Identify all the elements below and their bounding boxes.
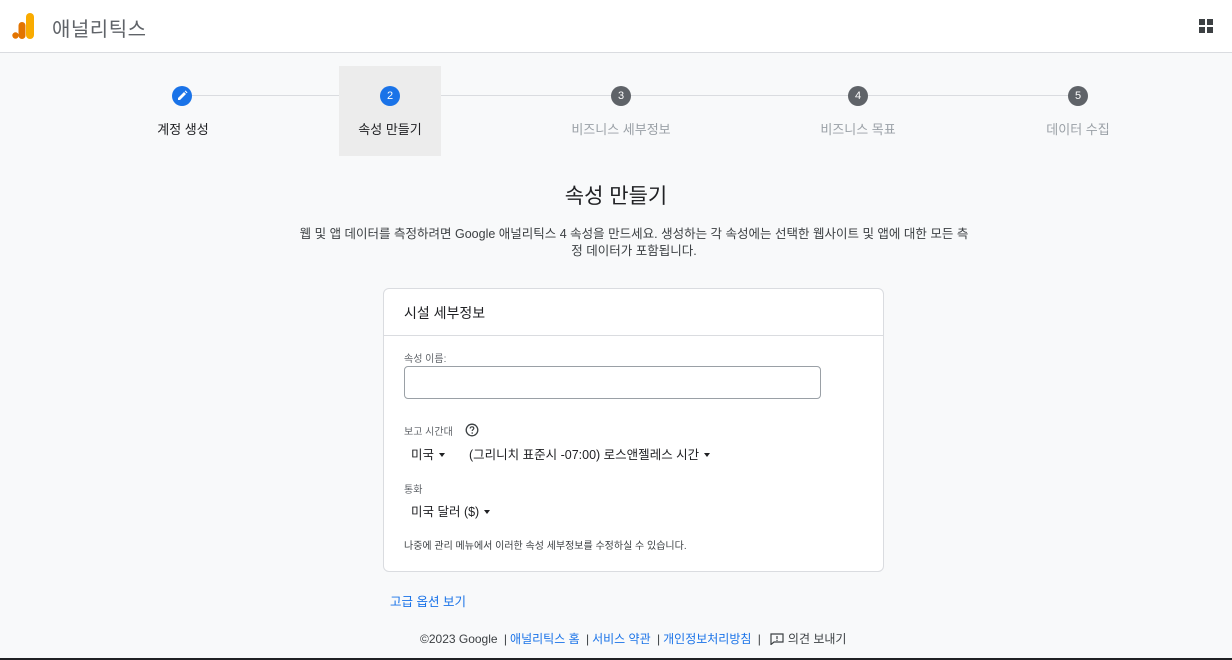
app-title: 애널리틱스 [52,19,147,41]
step-number: 4 [848,86,868,106]
chevron-down-icon [484,509,491,514]
google-analytics-logo[interactable] [12,13,36,39]
edit-later-note: 나중에 관리 메뉴에서 이러한 속성 세부정보를 수정하실 수 있습니다. [404,541,687,552]
chevron-down-icon [704,452,711,457]
footer-separator: | [656,632,661,646]
timezone-dropdown[interactable]: (그리니치 표준시 -07:00) 로스앤젤레스 시간 [469,444,711,463]
page-title: 속성 만들기 [564,185,668,208]
step-data-collection[interactable]: 5 데이터 수집 [1028,66,1128,156]
currency-value: 미국 달러 ($) [411,505,480,519]
timezone-country-value: 미국 [411,448,435,462]
card-title: 시설 세부정보 [404,305,486,321]
footer-separator: | [757,632,761,646]
step-label: 속성 만들기 [358,122,422,137]
property-name-label: 속성 이름: [404,354,447,365]
timezone-value: (그리니치 표준시 -07:00) 로스앤젤레스 시간 [469,448,700,462]
timezone-country-dropdown[interactable]: 미국 [411,444,446,463]
page-description: 웹 및 앱 데이터를 측정하려면 Google 애널리틱스 4 속성을 만드세요… [299,227,969,258]
footer-link-privacy[interactable]: 개인정보처리방침 [663,632,751,646]
footer-link-analytics-home[interactable]: 애널리틱스 홈 [510,632,580,646]
step-label: 비즈니스 세부정보 [571,122,671,137]
step-number: 3 [611,86,631,106]
step-business-goals[interactable]: 4 비즈니스 목표 [808,66,908,156]
step-number: 2 [380,86,400,106]
footer-separator: | [503,632,508,646]
app-header: 애널리틱스 [0,0,1232,53]
step-label: 비즈니스 목표 [820,122,896,137]
help-icon[interactable] [465,423,479,437]
property-details-card: 시설 세부정보 속성 이름: 보고 시간대 미국 (그리니치 표준시 -07:0… [383,288,884,572]
chevron-down-icon [439,452,446,457]
property-name-input[interactable] [404,366,821,399]
footer-separator: | [585,632,590,646]
step-create-property[interactable]: 2 속성 만들기 [339,66,441,156]
pencil-icon [172,86,192,106]
step-number: 5 [1068,86,1088,106]
footer-link-terms[interactable]: 서비스 약관 [592,632,651,646]
card-divider [384,335,883,336]
currency-dropdown[interactable]: 미국 달러 ($) [411,501,491,520]
step-label: 데이터 수집 [1046,122,1110,137]
copyright-text: ©2023 Google [420,632,498,646]
step-business-details[interactable]: 3 비즈니스 세부정보 [560,66,682,156]
step-label: 계정 생성 [157,122,209,137]
send-feedback-button[interactable]: 의견 보내기 [764,632,847,646]
reporting-timezone-label: 보고 시간대 [404,427,453,438]
feedback-icon [770,633,784,645]
grid-apps-icon[interactable] [1198,18,1214,34]
setup-stepper: 계정 생성 2 속성 만들기 3 비즈니스 세부정보 4 비즈니스 목표 5 데… [0,66,1232,156]
show-advanced-options-link[interactable]: 고급 옵션 보기 [390,591,466,610]
footer: ©2023 Google | 애널리틱스 홈 | 서비스 약관 | 개인정보처리방침 … [420,630,846,647]
feedback-label: 의견 보내기 [787,632,847,646]
step-account-creation[interactable]: 계정 생성 [133,66,233,156]
currency-label: 통화 [404,485,423,496]
